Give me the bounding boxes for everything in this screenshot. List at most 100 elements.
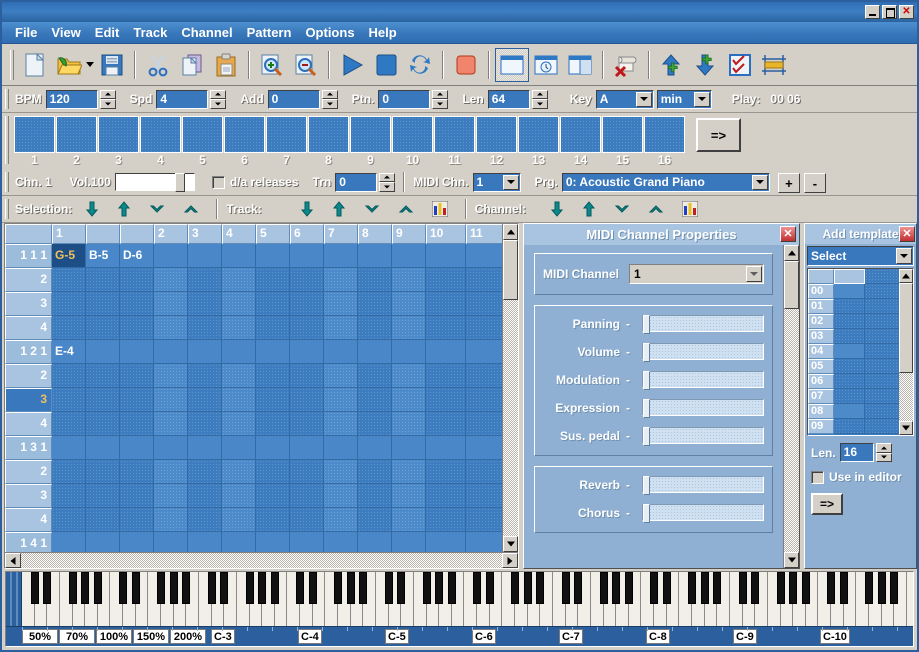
template-length-spinner[interactable] [875, 443, 892, 462]
scroll-up-button[interactable] [899, 269, 913, 283]
track-expand-up-button[interactable] [398, 203, 414, 215]
toolbar-grip[interactable] [10, 49, 14, 80]
pattern-block[interactable]: 7 [266, 116, 307, 168]
piano-black-key[interactable] [334, 572, 343, 605]
checklist-button[interactable] [723, 48, 757, 82]
editor-cell[interactable] [86, 436, 120, 460]
piano-black-key[interactable] [169, 572, 178, 605]
selection-move-up-button[interactable] [117, 201, 131, 217]
editor-cell[interactable] [256, 412, 290, 436]
template-item-cell[interactable] [834, 314, 865, 329]
editor-cell[interactable] [120, 508, 154, 532]
editor-cell[interactable] [222, 388, 256, 412]
editor-cell[interactable] [426, 364, 466, 388]
editor-row[interactable]: 4 [5, 412, 502, 436]
editor-cell[interactable] [358, 436, 392, 460]
pattern-block[interactable]: 12 [476, 116, 517, 168]
editor-row-header[interactable]: 3 [5, 292, 52, 316]
editor-col-header[interactable]: 11 [466, 224, 506, 244]
editor-cell[interactable] [466, 388, 502, 412]
pattern-block[interactable]: 13 [518, 116, 559, 168]
piano-black-key[interactable] [397, 572, 406, 605]
editor-row-header[interactable]: 4 [5, 508, 52, 532]
use-in-editor-checkbox[interactable] [811, 470, 824, 484]
piano-black-key[interactable] [270, 572, 279, 605]
scroll-down-button[interactable] [503, 536, 518, 552]
editor-cell[interactable] [392, 388, 426, 412]
editor-row-header[interactable]: 3 [5, 388, 52, 412]
scale-dropdown-arrow-icon[interactable] [693, 91, 710, 107]
split-window-button[interactable] [563, 48, 597, 82]
editor-cell[interactable] [120, 292, 154, 316]
template-item-cell[interactable] [834, 359, 865, 374]
editor-cell[interactable] [222, 532, 256, 552]
pattern-block-cell[interactable] [140, 116, 181, 153]
editor-row[interactable]: 1 1 1 G-5 B-5 D-6 [5, 244, 502, 268]
template-item-cell[interactable] [834, 299, 865, 314]
pattern-block-cell[interactable] [350, 116, 391, 153]
strip-grip[interactable] [5, 89, 9, 109]
piano-zoom-button[interactable]: 50% [22, 629, 58, 644]
slider-thumb[interactable] [643, 315, 650, 334]
editor-cell[interactable] [222, 316, 256, 340]
piano-black-key[interactable] [688, 572, 697, 605]
template-list-item[interactable]: 05 [808, 359, 899, 374]
channel-expand-down-button[interactable] [614, 203, 630, 215]
pattern-block[interactable]: 9 [350, 116, 391, 168]
template-scroll-track[interactable] [899, 373, 913, 421]
midi-panel-scrollbar[interactable] [783, 245, 799, 568]
editor-cell[interactable] [392, 244, 426, 268]
editor-cell[interactable] [154, 316, 188, 340]
editor-cell[interactable] [188, 388, 222, 412]
program-select[interactable]: 0: Acoustic Grand Piano [561, 172, 770, 192]
pattern-block-cell[interactable] [434, 116, 475, 153]
piano-black-key[interactable] [131, 572, 140, 605]
channel-move-down-button[interactable] [550, 201, 564, 217]
editor-cell[interactable] [52, 532, 86, 552]
template-item-space[interactable] [865, 359, 899, 374]
editor-row-header[interactable]: 2 [5, 268, 52, 292]
track-expand-down-button[interactable] [364, 203, 380, 215]
editor-col-header[interactable]: 3 [188, 224, 222, 244]
editor-cell[interactable] [426, 244, 466, 268]
pattern-block-cell[interactable] [518, 116, 559, 153]
pattern-block-cell[interactable] [56, 116, 97, 153]
vertical-scroll-track[interactable] [503, 300, 518, 536]
template-item-space[interactable] [865, 419, 899, 434]
piano-black-key[interactable] [713, 572, 722, 605]
editor-cell[interactable] [324, 244, 358, 268]
editor-cell[interactable] [188, 484, 222, 508]
delete-score-button[interactable] [609, 48, 643, 82]
editor-cell[interactable] [222, 460, 256, 484]
midi-panel-close-button[interactable]: ✕ [780, 226, 796, 242]
editor-cell[interactable] [324, 364, 358, 388]
editor-cell[interactable] [86, 412, 120, 436]
editor-cell[interactable] [154, 412, 188, 436]
editor-cell[interactable] [154, 484, 188, 508]
editor-cell[interactable] [392, 484, 426, 508]
editor-cell[interactable] [290, 316, 324, 340]
piano-zoom-button[interactable]: 150% [133, 629, 169, 644]
template-list-item[interactable]: 02 [808, 314, 899, 329]
piano-black-key[interactable] [296, 572, 305, 605]
key-select[interactable]: A [595, 89, 654, 109]
editor-cell[interactable] [324, 316, 358, 340]
piano-black-key[interactable] [511, 572, 520, 605]
editor-cell[interactable] [154, 532, 188, 552]
reverb-slider[interactable] [642, 476, 764, 495]
template-item-space[interactable] [865, 329, 899, 344]
ptn-spinner[interactable] [432, 89, 449, 109]
scroll-left-button[interactable] [5, 553, 21, 568]
editor-cell[interactable] [154, 340, 188, 364]
piano-key-area[interactable] [22, 572, 913, 626]
editor-cell[interactable] [290, 436, 324, 460]
program-dropdown-arrow-icon[interactable] [751, 174, 768, 190]
zoom-out-button[interactable] [289, 48, 323, 82]
editor-cell[interactable] [188, 364, 222, 388]
nav-bar-grip[interactable] [5, 199, 9, 219]
editor-cell[interactable] [154, 244, 188, 268]
editor-note-cell[interactable]: G-5 [52, 244, 86, 268]
editor-cell[interactable] [290, 412, 324, 436]
channel-move-up-button[interactable] [582, 201, 596, 217]
editor-cell[interactable] [290, 460, 324, 484]
